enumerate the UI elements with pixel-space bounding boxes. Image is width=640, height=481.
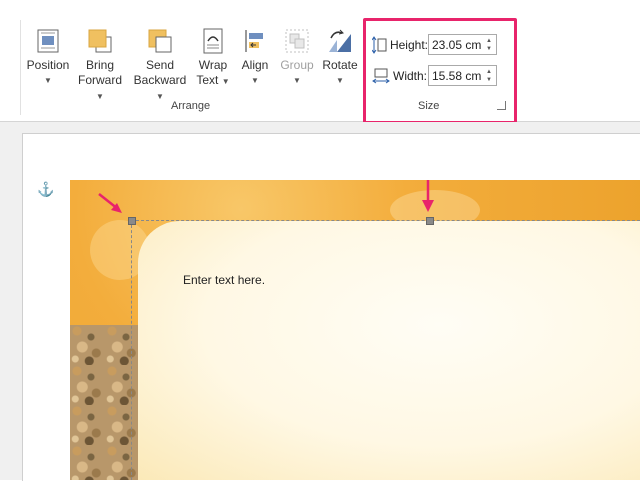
ribbon-separator	[20, 20, 21, 115]
wrap-text-button[interactable]: Wrap Text ▼	[195, 28, 231, 89]
arrange-group-label: Arrange	[171, 100, 211, 112]
send-backward-icon	[147, 28, 173, 54]
wrap-text-icon	[200, 28, 226, 54]
body-text[interactable]: Enter text here.	[183, 273, 265, 287]
chevron-down-icon: ▼	[221, 77, 230, 86]
send-backward-button[interactable]: Send Backward ▼	[129, 28, 191, 104]
bring-forward-button[interactable]: Bring Forward ▼	[73, 28, 127, 104]
position-label: Position	[26, 58, 70, 72]
rotate-icon	[327, 28, 353, 54]
chevron-down-icon: ▼	[251, 76, 259, 85]
bring-forward-icon	[87, 28, 113, 54]
annotation-arrow-icon	[98, 193, 122, 213]
align-icon	[242, 28, 268, 54]
rotate-button[interactable]: Rotate ▼	[320, 28, 360, 88]
resize-handle-top[interactable]	[426, 217, 434, 225]
anchor-icon[interactable]: ⚓	[37, 181, 54, 198]
group-icon	[284, 28, 310, 54]
group-button[interactable]: Group ▼	[278, 28, 316, 88]
bring-forward-sublabel: Forward	[77, 73, 122, 87]
bring-forward-label: Bring	[85, 58, 114, 72]
align-label: Align	[241, 58, 269, 72]
chevron-down-icon: ▼	[156, 92, 164, 101]
position-icon	[35, 28, 61, 54]
send-backward-label: Send	[145, 58, 175, 72]
position-button[interactable]: Position ▼	[26, 28, 70, 88]
sand-image[interactable]	[70, 325, 140, 480]
rotate-label: Rotate	[322, 58, 358, 72]
group-label: Group	[280, 58, 314, 72]
chevron-down-icon: ▼	[293, 76, 301, 85]
chevron-down-icon: ▼	[96, 92, 104, 101]
annotation-arrow-icon	[422, 180, 434, 212]
chevron-down-icon: ▼	[336, 76, 344, 85]
size-highlight-box	[363, 18, 517, 124]
ribbon: Position ▼ Bring Forward ▼ Send Backward…	[0, 0, 640, 124]
wrap-text-sublabel: Text	[196, 73, 219, 87]
selection-frame	[131, 220, 640, 480]
send-backward-sublabel: Backward	[133, 73, 187, 87]
chevron-down-icon: ▼	[44, 76, 52, 85]
align-button[interactable]: Align ▼	[238, 28, 272, 88]
wrap-text-label: Wrap	[198, 58, 228, 72]
resize-handle-top-left[interactable]	[128, 217, 136, 225]
